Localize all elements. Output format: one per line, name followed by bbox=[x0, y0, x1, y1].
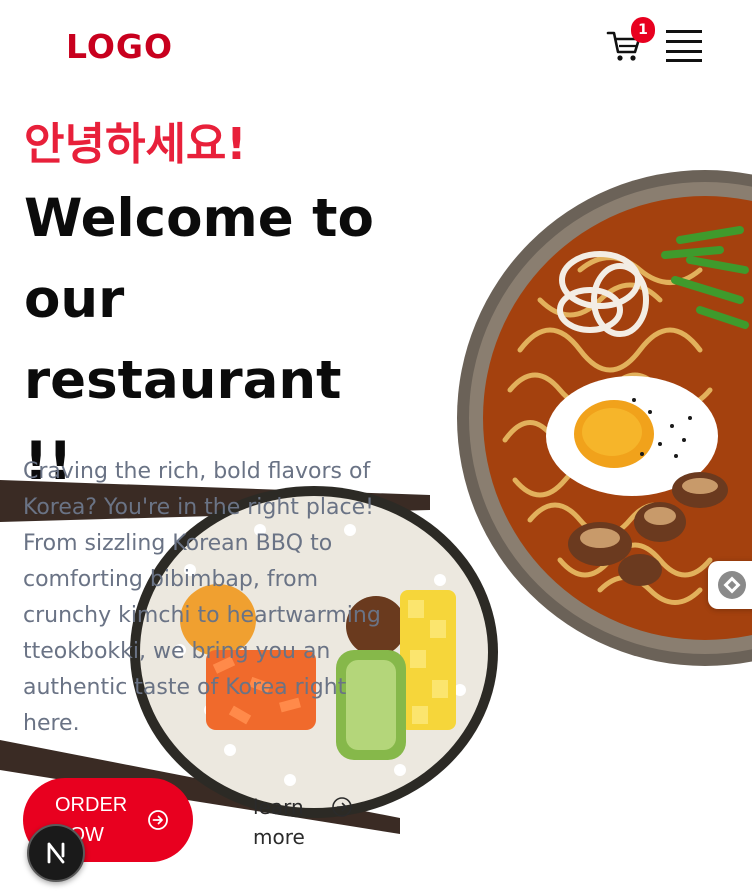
next-dev-badge-icon bbox=[47, 842, 65, 864]
learn-more-label: learn more bbox=[253, 795, 305, 849]
cart-count-badge: 1 bbox=[631, 17, 655, 43]
hero-greeting: 안녕하세요! bbox=[24, 119, 247, 170]
arrow-circle-right-icon bbox=[332, 797, 352, 817]
side-widget-button[interactable] bbox=[708, 561, 752, 609]
hero-description: Craving the rich, bold flavors of Korea?… bbox=[23, 459, 381, 736]
next-dev-badge[interactable] bbox=[27, 824, 85, 882]
logo[interactable]: LOGO bbox=[66, 27, 173, 66]
hamburger-menu-icon[interactable] bbox=[666, 30, 702, 62]
learn-more-link[interactable]: learn more bbox=[253, 792, 363, 852]
side-widget-icon bbox=[718, 571, 746, 599]
arrow-circle-right-icon bbox=[148, 810, 168, 830]
